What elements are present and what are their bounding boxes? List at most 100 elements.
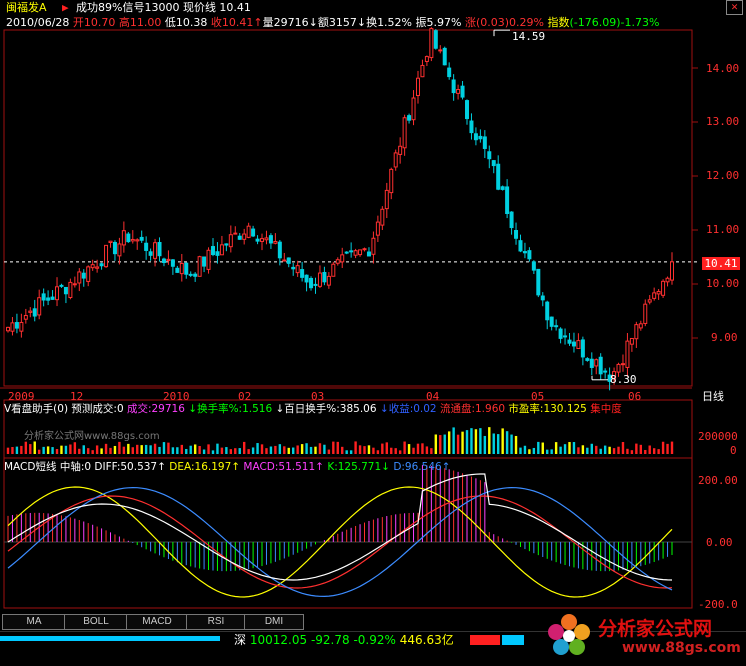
volume-bar: [189, 445, 192, 454]
volume-bar: [73, 442, 77, 454]
candle-body: [451, 79, 456, 94]
candle-body: [135, 239, 140, 242]
low-label: 低: [164, 16, 176, 29]
volume-bar: [144, 444, 148, 454]
volume-bar: [100, 448, 103, 454]
candle-body: [304, 274, 309, 283]
volume-bar: [483, 435, 487, 454]
volume-bar: [381, 443, 384, 454]
site-logo: 分析家公式网 www.88gs.com: [540, 608, 741, 664]
vol-item-2: ↓百日换手%:385.06: [275, 403, 377, 415]
volume-bar: [532, 447, 536, 454]
candle-body: [540, 295, 545, 301]
tab-ma[interactable]: MA: [2, 614, 66, 630]
volume-bar: [11, 447, 14, 454]
volume-bar: [113, 445, 117, 454]
candle-body: [366, 251, 371, 257]
candle-body: [393, 152, 398, 168]
volume-bar: [314, 446, 317, 454]
price-panel-frame: [3, 29, 693, 387]
volume-bar: [421, 443, 424, 454]
volume-bar: [109, 447, 112, 454]
stock-chart[interactable]: [0, 0, 746, 612]
candle-body: [197, 256, 202, 277]
high-label: 高: [118, 16, 130, 29]
candle-body: [295, 265, 300, 274]
candle-body: [161, 258, 166, 264]
candle-body: [68, 281, 73, 299]
candle-body: [59, 284, 64, 287]
time-label-06: 06: [628, 390, 642, 403]
volume-bar: [140, 445, 143, 454]
candle-body: [228, 234, 233, 248]
price-tick-9: 9.00: [711, 331, 738, 344]
candle-body: [358, 249, 363, 256]
period-label[interactable]: 日线: [702, 390, 724, 403]
close-icon[interactable]: ✕: [726, 0, 743, 15]
candle-body: [496, 163, 501, 190]
volume-bar: [229, 449, 233, 454]
candle-body: [594, 359, 599, 367]
candle-body: [433, 30, 438, 49]
candle-body: [139, 236, 144, 241]
volume-bar: [514, 435, 518, 454]
candle-body: [531, 261, 536, 271]
volume-bar: [407, 444, 411, 454]
volume-bar: [207, 444, 210, 454]
candle-body: [402, 117, 407, 149]
low-value: 10.38: [175, 16, 208, 29]
tab-macd[interactable]: MACD: [126, 614, 188, 630]
candle-body: [500, 186, 505, 190]
trough-label: 8.30: [610, 373, 637, 386]
amount-label: 额: [317, 16, 329, 29]
macd-item-3: K:125.771↓: [327, 461, 390, 473]
volume-bar: [349, 450, 353, 454]
volume-bar: [461, 431, 464, 454]
volume-bar: [635, 443, 638, 454]
candle-body: [514, 230, 519, 239]
candle-body: [37, 297, 42, 316]
volume-bar: [456, 434, 460, 454]
volume-bar: [398, 450, 402, 454]
candle-body: [643, 303, 648, 324]
time-label-02: 02: [238, 390, 252, 403]
candle-body: [193, 273, 198, 277]
candle-body: [242, 233, 247, 240]
candle-body: [438, 49, 443, 52]
index-label: 指数: [547, 16, 570, 29]
volume-bar: [87, 448, 90, 454]
volume-bar: [590, 443, 593, 454]
volume-bar: [171, 447, 175, 454]
vol-predict: 预测成交:0: [71, 403, 124, 415]
volume-bar: [657, 449, 660, 454]
volume-bar: [644, 449, 647, 454]
candle-body: [90, 264, 95, 269]
volume-bar: [554, 442, 558, 454]
candle-body: [206, 249, 211, 270]
tab-dmi[interactable]: DMI: [244, 614, 304, 630]
candle-body: [647, 299, 652, 303]
volume-bar: [621, 442, 625, 454]
candle-body: [157, 241, 162, 257]
volume-bar: [336, 441, 339, 454]
candle-body: [233, 232, 238, 235]
volume-bar: [639, 444, 643, 454]
candle-body: [465, 100, 470, 120]
volume-bar: [394, 448, 397, 454]
volume-bar: [523, 445, 527, 454]
candle-body: [255, 238, 260, 242]
candle-body: [522, 251, 527, 254]
volume-bar: [247, 449, 250, 454]
vol-item-1: ↓换手率%:1.516: [188, 403, 273, 415]
tab-rsi[interactable]: RSI: [186, 614, 246, 630]
macd-item-4: D:96.546↑: [393, 461, 451, 473]
tab-boll[interactable]: BOLL: [64, 614, 128, 630]
volume-value: 29716: [273, 16, 309, 29]
candle-body: [375, 221, 380, 236]
open-label: 开: [72, 16, 84, 29]
candle-body: [554, 325, 559, 328]
candle-body: [349, 250, 354, 253]
candle-body: [32, 308, 37, 317]
candle-body: [665, 277, 670, 283]
candle-body: [603, 370, 608, 373]
